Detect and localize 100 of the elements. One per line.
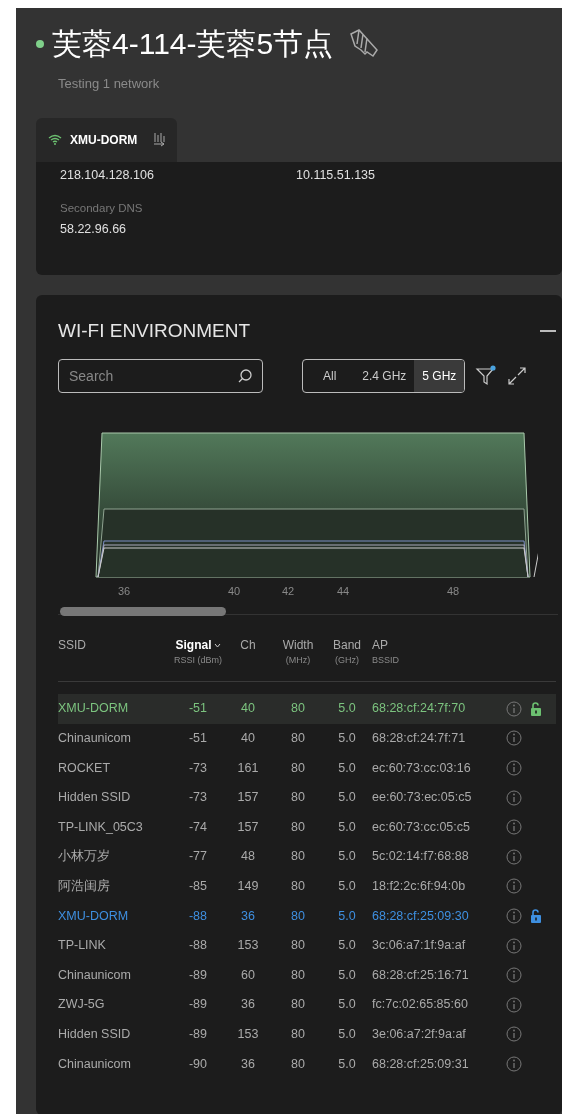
wifi-icon bbox=[48, 134, 62, 145]
subtitle: Testing 1 network bbox=[57, 75, 161, 93]
table-cell-text: -77 bbox=[187, 848, 209, 866]
column-unit: (MHz) bbox=[285, 654, 311, 667]
table-cell-text: 3e:06:a7:2f:9a:af bbox=[371, 1025, 467, 1043]
network-row[interactable]: 阿浩闺房 -85 149 80 5.0 18:f2:2c:6f:94:0b bbox=[58, 871, 556, 902]
info-icon[interactable] bbox=[506, 730, 522, 747]
table-cell-text: 149 bbox=[236, 878, 260, 895]
table-cell-text: Hidden SSID bbox=[58, 1025, 132, 1043]
minimize-icon[interactable] bbox=[540, 329, 556, 332]
table-cell-text: 阿浩闺房 bbox=[58, 878, 111, 895]
info-icon[interactable] bbox=[506, 996, 522, 1013]
info-icon[interactable] bbox=[506, 819, 522, 836]
table-cell-text: -51 bbox=[187, 700, 209, 718]
table-cell-text: 36 bbox=[240, 1055, 256, 1073]
table-cell-text: 153 bbox=[236, 1025, 260, 1043]
network-row[interactable]: XMU-DORM -51 40 80 5.0 68:28:cf:24:7f:70 bbox=[58, 694, 556, 724]
column-unit: RSSI (dBm) bbox=[174, 654, 222, 667]
table-cell-text: XMU-DORM bbox=[58, 700, 130, 718]
table-cell-text: 5.0 bbox=[337, 759, 357, 777]
table-cell-text: 5.0 bbox=[337, 700, 357, 718]
column-header[interactable]: Width bbox=[282, 636, 314, 654]
network-row[interactable]: Chinaunicom -89 60 80 5.0 68:28:cf:25:16:71 bbox=[58, 960, 556, 990]
table-cell-text: 5.0 bbox=[337, 1055, 357, 1073]
table-cell-text: 161 bbox=[236, 759, 260, 777]
table-cell-text: 157 bbox=[236, 789, 260, 807]
ip-value: 218.104.128.106 bbox=[60, 166, 155, 184]
table-cell-text: 157 bbox=[236, 818, 260, 836]
table-cell-text: -73 bbox=[187, 789, 209, 807]
search-icon bbox=[237, 368, 253, 384]
table-cell-text: 5.0 bbox=[337, 966, 357, 984]
unlocked-padlock-icon bbox=[530, 701, 542, 716]
column-unit: BSSID bbox=[372, 654, 399, 667]
table-cell-text: 80 bbox=[290, 730, 306, 747]
network-row[interactable]: Hidden SSID -89 153 80 5.0 3e:06:a7:2f:9a:af bbox=[58, 1019, 556, 1050]
table-cell-text: 40 bbox=[240, 700, 256, 718]
table-cell-text: 80 bbox=[290, 907, 306, 925]
table-cell-text: ee:60:73:ec:05:c5 bbox=[371, 789, 473, 807]
info-icon[interactable] bbox=[506, 967, 522, 984]
network-row[interactable]: Chinaunicom -51 40 80 5.0 68:28:cf:24:7f:71 bbox=[58, 723, 556, 754]
network-row[interactable]: TP-LINK -88 153 80 5.0 3c:06:a7:1f:9a:af bbox=[58, 930, 556, 961]
info-icon[interactable] bbox=[506, 789, 522, 806]
table-cell-text: TP-LINK bbox=[58, 937, 107, 955]
chart-bars-icon bbox=[153, 131, 166, 148]
table-cell-text: -88 bbox=[187, 907, 209, 925]
network-row[interactable]: 小林万岁 -77 48 80 5.0 5c:02:14:f7:68:88 bbox=[58, 841, 556, 872]
scrollbar[interactable] bbox=[60, 607, 226, 616]
info-icon[interactable] bbox=[506, 848, 522, 865]
dns-value: 58.22.96.66 bbox=[60, 220, 128, 238]
table-cell-text: 5c:02:14:f7:68:88 bbox=[371, 848, 470, 866]
table-cell-text: -90 bbox=[187, 1055, 209, 1073]
column-header[interactable]: Band bbox=[333, 636, 361, 654]
band-tab[interactable]: 2.4 GHz bbox=[354, 360, 415, 392]
table-cell-text: -51 bbox=[187, 730, 209, 747]
column-header[interactable]: Ch bbox=[240, 636, 256, 654]
table-cell-text: 80 bbox=[290, 996, 306, 1014]
band-tab[interactable]: All bbox=[315, 360, 345, 392]
network-row[interactable]: Hidden SSID -73 157 80 5.0 ee:60:73:ec:05:c5 bbox=[58, 782, 556, 813]
table-cell-text: 80 bbox=[290, 848, 306, 866]
table-cell-text: Chinaunicom bbox=[58, 966, 132, 984]
info-icon[interactable] bbox=[506, 1026, 522, 1043]
table-cell-text: 60 bbox=[240, 966, 256, 984]
column-header[interactable]: AP bbox=[372, 636, 388, 654]
section-title: WI-FI ENVIRONMENT bbox=[58, 318, 251, 343]
info-icon[interactable] bbox=[506, 700, 522, 717]
band-tab[interactable]: 5 GHz bbox=[414, 360, 465, 392]
table-cell-text: 80 bbox=[290, 759, 306, 777]
network-row[interactable]: ZWJ-5G -89 36 80 5.0 fc:7c:02:65:85:60 bbox=[58, 989, 556, 1020]
table-cell-text: 80 bbox=[290, 878, 306, 895]
network-row[interactable]: ROCKET -73 161 80 5.0 ec:60:73:cc:03:16 bbox=[58, 753, 556, 783]
table-cell-text: 3c:06:a7:1f:9a:af bbox=[371, 937, 467, 955]
table-cell-text: TP-LINK_05C3 bbox=[58, 818, 144, 836]
search-field[interactable]: Search bbox=[58, 359, 263, 393]
info-icon[interactable] bbox=[506, 760, 522, 776]
column-header[interactable]: SSID bbox=[58, 636, 86, 654]
table-cell-text: Hidden SSID bbox=[58, 789, 132, 807]
table-cell-text: 80 bbox=[290, 818, 306, 836]
info-icon[interactable] bbox=[506, 1055, 522, 1072]
network-row[interactable]: XMU-DORM -88 36 80 5.0 68:28:cf:25:09:30 bbox=[58, 901, 556, 931]
table-cell-text: 68:28:cf:25:16:71 bbox=[371, 966, 470, 984]
table-cell-text: -73 bbox=[187, 759, 209, 777]
table-cell-text: 36 bbox=[240, 996, 256, 1014]
network-tab[interactable]: XMU-DORM bbox=[36, 117, 178, 162]
filter-icon[interactable] bbox=[475, 365, 498, 387]
expand-icon[interactable] bbox=[507, 366, 528, 386]
table-cell-text: fc:7c:02:65:85:60 bbox=[371, 996, 469, 1014]
field-label: Secondary DNS bbox=[60, 201, 144, 217]
table-cell-text: 48 bbox=[240, 848, 256, 866]
info-icon[interactable] bbox=[506, 878, 522, 895]
info-icon[interactable] bbox=[506, 907, 522, 924]
info-icon[interactable] bbox=[506, 937, 522, 954]
table-cell-text: 40 bbox=[240, 730, 256, 747]
table-cell-text: -88 bbox=[187, 937, 209, 955]
network-row[interactable]: Chinaunicom -90 36 80 5.0 68:28:cf:25:09:31 bbox=[58, 1049, 556, 1079]
table-cell-text: 68:28:cf:24:7f:70 bbox=[371, 700, 467, 718]
network-row[interactable]: TP-LINK_05C3 -74 157 80 5.0 ec:60:73:cc:05:c5 bbox=[58, 812, 556, 842]
column-header[interactable]: Signal bbox=[175, 636, 212, 654]
table-cell-text: 80 bbox=[290, 966, 306, 984]
table-cell-text: ec:60:73:cc:03:16 bbox=[371, 759, 472, 777]
table-cell-text: 68:28:cf:24:7f:71 bbox=[371, 730, 467, 747]
